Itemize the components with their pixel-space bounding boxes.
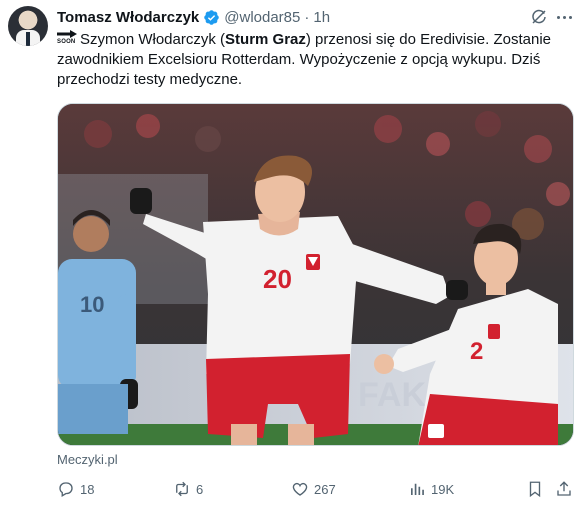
reply-icon	[59, 482, 73, 497]
football-photo-illustration: FAK 10 20 2	[58, 104, 573, 445]
heart-icon	[292, 482, 308, 496]
bookmark-icon	[529, 481, 541, 498]
tweet-photo[interactable]: FAK 10 20 2	[57, 103, 574, 446]
soon-arrow-emoji: SOON	[57, 30, 77, 46]
tweet-text-part1: Szymon Włodarczyk (	[80, 31, 226, 48]
bookmark-button[interactable]	[526, 478, 549, 500]
reply-count: 18	[80, 481, 95, 497]
tweet-text: SOON Szymon Włodarczyk (Sturm Graz) prze…	[57, 30, 577, 90]
header-separator: ·	[304, 8, 310, 26]
like-button[interactable]: 267	[291, 478, 336, 500]
avatar-tie	[26, 32, 30, 46]
author-name[interactable]: Tomasz Włodarczyk	[57, 9, 199, 26]
grok-icon[interactable]	[530, 8, 548, 26]
repost-button[interactable]: 6	[173, 478, 203, 500]
stadium-board-text: FAK	[358, 376, 426, 414]
tweet-text-bold: Sturm Graz	[225, 31, 306, 48]
photo-source-label: Meczyki.pl	[57, 452, 118, 467]
author-handle[interactable]: @wlodar85	[224, 9, 300, 26]
views-icon	[411, 483, 424, 495]
reply-button[interactable]: 18	[57, 478, 94, 500]
views-count: 19K	[431, 481, 455, 497]
share-icon	[557, 481, 571, 496]
tweet-timestamp[interactable]: 1h	[313, 9, 330, 26]
repost-icon	[176, 481, 188, 497]
main-player-number: 20	[263, 264, 292, 294]
share-button[interactable]	[555, 478, 578, 500]
author-avatar[interactable]	[8, 6, 48, 46]
right-player-number: 2	[470, 338, 483, 365]
repost-count: 6	[196, 481, 204, 497]
left-player-number: 10	[80, 292, 104, 317]
more-options-icon[interactable]	[553, 6, 575, 28]
verified-badge-icon[interactable]	[203, 9, 220, 26]
soon-arrow-label: SOON	[57, 39, 76, 45]
views-button[interactable]: 19K	[408, 478, 454, 500]
tweet-header: Tomasz Włodarczyk @wlodar85 · 1h	[57, 7, 330, 27]
like-count: 267	[314, 481, 336, 497]
tweet-actions-bar: 18 6 267 19K	[57, 478, 577, 500]
